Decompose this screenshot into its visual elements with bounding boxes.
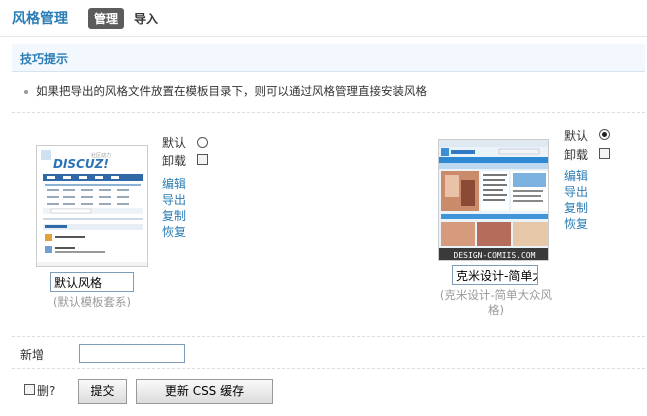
header-divider xyxy=(0,36,647,37)
uninstall-checkbox[interactable] xyxy=(197,154,208,165)
submit-button[interactable]: 提交 xyxy=(78,379,127,404)
comiis-preview-image: DESIGN-COMIIS.COM xyxy=(439,140,548,260)
default-label: 默认 xyxy=(162,136,187,150)
edit-link[interactable]: 编辑 xyxy=(564,167,588,184)
restore-link[interactable]: 恢复 xyxy=(162,223,186,240)
default-label: 默认 xyxy=(564,129,589,143)
style-template-default: (默认模板套系) xyxy=(53,295,131,309)
discuz-preview-image: 社区动力 DISCUZ! xyxy=(37,146,147,266)
divider xyxy=(12,112,645,113)
new-style-input[interactable] xyxy=(79,344,185,363)
style-name-input-default[interactable]: 默认风格 xyxy=(50,272,134,292)
style-name-input-comiis[interactable]: 克米设计-简单大 xyxy=(452,265,538,285)
tips-bar: 技巧提示 xyxy=(12,44,645,72)
bullet-icon xyxy=(24,89,28,94)
style-template-comiis: (克米设计-简单大众风格) xyxy=(439,288,553,317)
export-link[interactable]: 导出 xyxy=(564,183,588,200)
style-preview-default: 社区动力 DISCUZ! xyxy=(36,145,148,267)
restore-link[interactable]: 恢复 xyxy=(564,215,588,232)
new-style-label: 新增 xyxy=(20,348,45,362)
copy-link[interactable]: 复制 xyxy=(162,207,186,224)
discuz-logo: DISCUZ! xyxy=(53,157,109,171)
tip-text: 如果把导出的风格文件放置在模板目录下，则可以通过风格管理直接安装风格 xyxy=(36,84,427,98)
update-css-cache-button[interactable]: 更新 CSS 缓存 xyxy=(136,379,273,404)
delete-checkbox[interactable] xyxy=(24,384,35,395)
divider xyxy=(12,336,645,337)
tab-manage[interactable]: 管理 xyxy=(88,7,125,29)
divider xyxy=(12,368,645,369)
uninstall-label: 卸载 xyxy=(564,148,589,162)
edit-link[interactable]: 编辑 xyxy=(162,175,186,192)
tips-heading: 技巧提示 xyxy=(20,52,69,66)
style-preview-comiis: DESIGN-COMIIS.COM xyxy=(438,139,549,261)
default-radio[interactable] xyxy=(599,129,610,140)
uninstall-label: 卸载 xyxy=(162,154,187,168)
page-title: 风格管理 xyxy=(12,11,68,27)
delete-label: 删? xyxy=(37,384,56,398)
copy-link[interactable]: 复制 xyxy=(564,199,588,216)
tab-import[interactable]: 导入 xyxy=(134,10,158,27)
page-header: 风格管理 管理 导入 xyxy=(12,7,158,29)
tip-item: 如果把导出的风格文件放置在模板目录下，则可以通过风格管理直接安装风格 xyxy=(24,83,427,99)
export-link[interactable]: 导出 xyxy=(162,191,186,208)
uninstall-checkbox[interactable] xyxy=(599,148,610,159)
default-radio[interactable] xyxy=(197,137,208,148)
comiis-caption: DESIGN-COMIIS.COM xyxy=(454,251,536,260)
